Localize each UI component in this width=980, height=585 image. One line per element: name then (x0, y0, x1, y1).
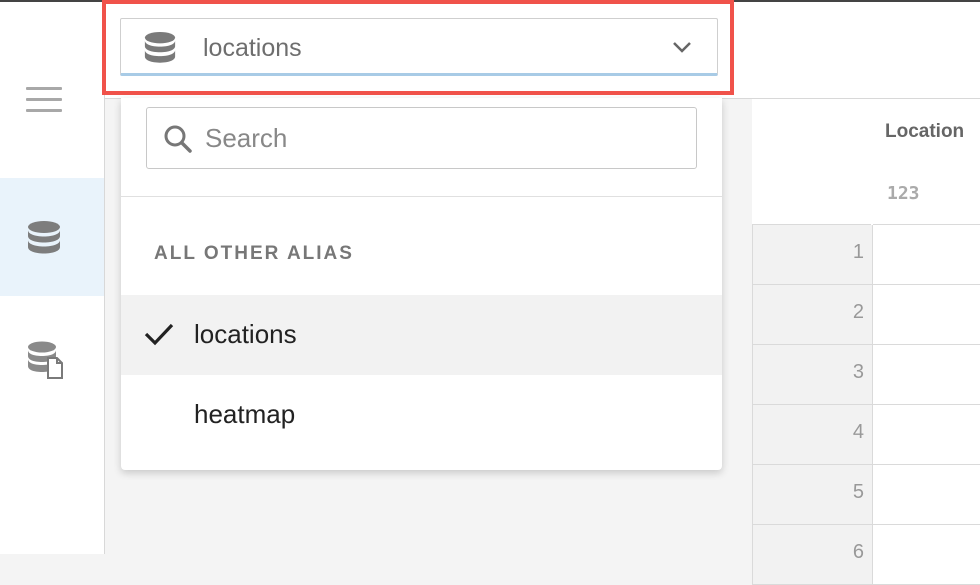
table-cell[interactable] (873, 285, 980, 345)
row-number-header (752, 99, 871, 225)
option-label: locations (194, 319, 297, 349)
hamburger-menu-icon[interactable] (26, 87, 62, 115)
column-title: Location (885, 121, 965, 142)
table-row: 3 (752, 345, 980, 405)
alias-select[interactable]: locations (120, 18, 718, 76)
check-icon (144, 323, 174, 346)
divider (121, 196, 722, 197)
row-number: 5 (852, 481, 864, 503)
alias-dropdown: ALL OTHER ALIAS locations heatmap (121, 98, 722, 470)
table-cell[interactable] (873, 405, 980, 465)
row-number: 2 (852, 301, 864, 323)
search-input[interactable] (205, 120, 675, 156)
table-row: 2 (752, 285, 980, 345)
table-cell[interactable] (873, 225, 980, 285)
search-box[interactable] (146, 107, 697, 169)
alias-select-value: locations (203, 34, 302, 62)
section-label: ALL OTHER ALIAS (154, 243, 354, 264)
column-type-badge: 123 (887, 183, 920, 204)
table-cell[interactable] (873, 465, 980, 525)
left-nav (0, 2, 105, 554)
table-row: 4 (752, 405, 980, 465)
table-cell[interactable] (873, 345, 980, 405)
database-document-icon (28, 341, 63, 379)
row-number: 4 (852, 421, 864, 443)
option-locations[interactable]: locations (121, 295, 722, 375)
nav-item-datasets[interactable] (0, 178, 104, 296)
column-header-location[interactable]: Location 123 (873, 99, 980, 225)
database-icon (144, 32, 176, 63)
row-number: 6 (852, 541, 864, 563)
row-number: 1 (852, 241, 864, 263)
table-row: 5 (752, 465, 980, 525)
option-heatmap[interactable]: heatmap (121, 375, 722, 455)
database-icon (28, 221, 60, 254)
chevron-down-icon[interactable] (672, 41, 692, 53)
table-row: 6 (752, 525, 980, 585)
table-cell[interactable] (873, 525, 980, 585)
option-label: heatmap (194, 399, 296, 429)
search-icon (164, 125, 192, 153)
data-table: Location 123 1 2 3 4 5 6 (752, 99, 980, 585)
row-number: 3 (852, 361, 864, 383)
nav-item-queries[interactable] (0, 298, 104, 416)
table-row: 1 (752, 225, 980, 285)
